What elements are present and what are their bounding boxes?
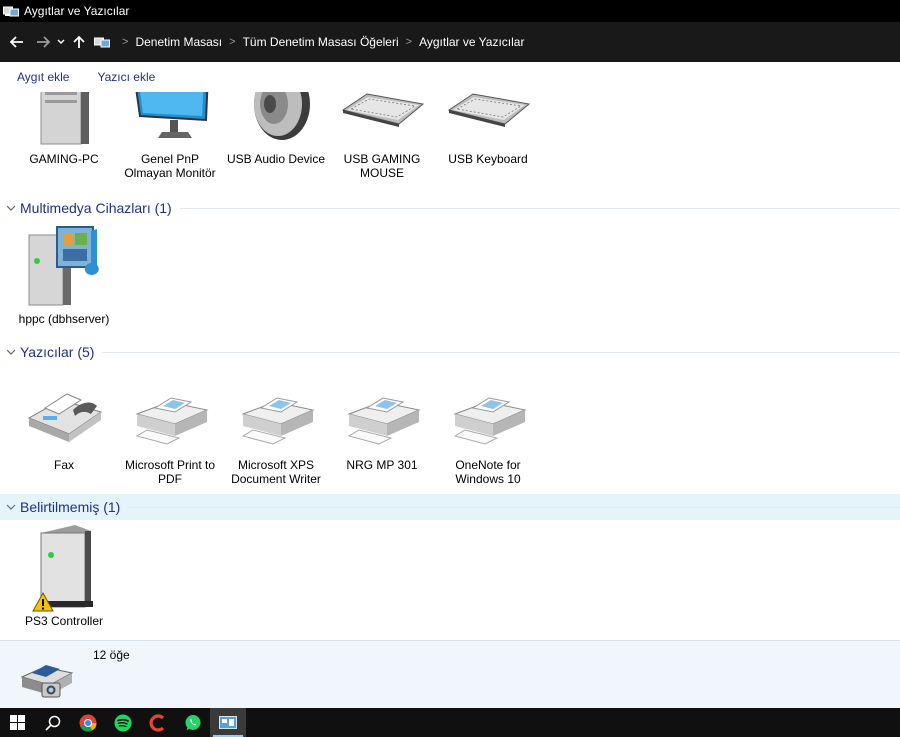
command-bar: Aygıt ekle Yazıcı ekle [0, 62, 900, 93]
breadcrumb-separator: > [229, 36, 236, 48]
printer-item-nrg-mp301[interactable]: NRG MP 301 [330, 370, 434, 472]
chevron-down-icon [6, 349, 16, 355]
taskbar-ccleaner[interactable] [140, 708, 175, 737]
keyboard-icon [341, 93, 425, 127]
printer-item-xps-writer[interactable]: Microsoft XPS Document Writer [224, 370, 328, 486]
printer-label: NRG MP 301 [346, 458, 418, 472]
device-label: Genel PnP Olmayan Monitör [124, 152, 216, 180]
group-header-multimedia[interactable]: Multimedya Cihazları (1) [0, 195, 900, 221]
details-pane: 12 öğe [0, 640, 900, 709]
device-item-usb-mouse[interactable]: USB GAMING MOUSE [330, 92, 434, 180]
printer-label: Fax [53, 458, 74, 472]
device-label: hppc (dbhserver) [18, 312, 110, 326]
breadcrumb-devices-printers[interactable]: Aygıtlar ve Yazıcılar [419, 35, 524, 49]
printer-icon [241, 397, 315, 445]
whatsapp-icon [185, 714, 200, 730]
start-icon [10, 715, 25, 730]
device-item-ps3-controller[interactable]: PS3 Controller [12, 525, 116, 628]
back-button[interactable] [6, 28, 28, 56]
ccleaner-icon [149, 713, 164, 732]
group-title: Belirtilmemiş (1) [20, 499, 121, 515]
breadcrumb-all-items[interactable]: Tüm Denetim Masası Öğeleri [243, 35, 399, 49]
printer-icon [347, 397, 421, 445]
devices-printers-icon [20, 665, 74, 698]
device-item-gaming-pc[interactable]: GAMING-PC [12, 92, 116, 166]
media-server-icon [28, 226, 99, 306]
printer-icon [453, 397, 527, 445]
search-icon [44, 715, 60, 731]
spotify-icon [114, 714, 131, 731]
devices-printers-icon [3, 6, 19, 17]
taskbar [0, 708, 900, 737]
start-button[interactable] [0, 708, 35, 737]
group-divider [102, 351, 900, 353]
title-bar: Aygıtlar ve Yazıcılar [0, 0, 900, 22]
breadcrumb-control-panel[interactable]: Denetim Masası [135, 35, 222, 49]
taskbar-chrome[interactable] [70, 708, 105, 737]
window-title: Aygıtlar ve Yazıcılar [24, 4, 130, 18]
add-printer-button[interactable]: Yazıcı ekle [97, 70, 155, 84]
group-header-printers[interactable]: Yazıcılar (5) [0, 339, 900, 365]
device-item-usb-audio[interactable]: USB Audio Device [224, 92, 328, 166]
taskbar-spotify[interactable] [105, 708, 140, 737]
chevron-down-icon [57, 39, 65, 45]
recent-locations-button[interactable] [54, 28, 68, 56]
computer-icon [40, 92, 89, 145]
group-divider [128, 506, 900, 508]
device-label: USB Keyboard [448, 152, 528, 166]
fax-icon [27, 393, 103, 442]
forward-arrow-icon [37, 36, 50, 48]
printer-item-print-to-pdf[interactable]: Microsoft Print to PDF [118, 370, 222, 486]
group-header-unspecified[interactable]: Belirtilmemiş (1) [0, 494, 900, 520]
device-label: PS3 Controller [24, 614, 104, 628]
breadcrumb-separator: > [122, 36, 129, 48]
warning-device-icon [32, 525, 93, 612]
item-count: 12 öğe [93, 648, 130, 662]
taskbar-whatsapp[interactable] [175, 708, 210, 737]
group-title: Multimedya Cihazları (1) [20, 200, 172, 216]
up-arrow-icon [73, 35, 85, 48]
chevron-down-icon [6, 205, 16, 211]
monitor-icon [135, 92, 209, 138]
up-button[interactable] [68, 28, 90, 56]
printer-icon [135, 397, 209, 445]
search-button[interactable] [35, 708, 70, 737]
printer-item-fax[interactable]: Fax [12, 370, 116, 472]
taskbar-control-panel[interactable] [210, 708, 246, 737]
printer-label: OneNote for Windows 10 [455, 458, 521, 486]
back-arrow-icon [10, 36, 23, 48]
add-device-button[interactable]: Aygıt ekle [17, 70, 69, 84]
speaker-icon [254, 92, 310, 140]
address-bar: > Denetim Masası > Tüm Denetim Masası Öğ… [0, 22, 900, 62]
keyboard-icon [447, 93, 531, 127]
device-label: USB GAMING MOUSE [343, 152, 421, 180]
control-panel-icon [219, 715, 237, 729]
printer-item-onenote[interactable]: OneNote for Windows 10 [436, 370, 540, 486]
breadcrumb-separator: > [405, 36, 413, 48]
chrome-icon [79, 714, 97, 732]
printer-label: Microsoft Print to PDF [124, 458, 216, 486]
device-label: GAMING-PC [29, 152, 99, 166]
device-label: USB Audio Device [226, 152, 326, 166]
device-item-monitor[interactable]: Genel PnP Olmayan Monitör [118, 92, 222, 180]
control-panel-icon [94, 37, 110, 48]
device-list: GAMING-PC Genel PnP Olmayan Monitör USB … [0, 92, 900, 640]
device-item-usb-keyboard[interactable]: USB Keyboard [436, 92, 540, 166]
chevron-down-icon [6, 504, 16, 510]
group-title: Yazıcılar (5) [20, 344, 95, 360]
forward-button[interactable] [32, 28, 54, 56]
device-item-hppc[interactable]: hppc (dbhserver) [12, 224, 116, 326]
group-divider [179, 207, 900, 209]
printer-label: Microsoft XPS Document Writer [231, 458, 321, 486]
